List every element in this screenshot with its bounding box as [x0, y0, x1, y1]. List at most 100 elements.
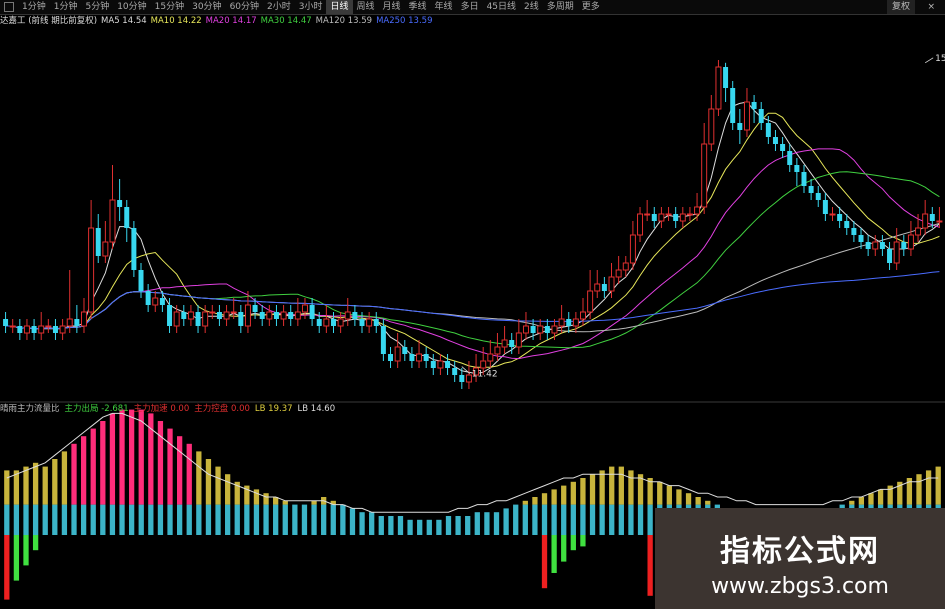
indicator-bar-top	[570, 481, 576, 505]
candle-body	[280, 311, 287, 320]
indicator-bar-top	[61, 451, 68, 505]
indicator-bar-mid	[244, 504, 250, 535]
candle-body	[181, 312, 187, 319]
candle-body	[794, 165, 800, 172]
indicator-bar-mid	[90, 504, 96, 535]
indicator-bar-mid	[599, 504, 605, 535]
candle-body	[844, 221, 850, 228]
candle-body	[187, 311, 194, 320]
indicator-bar-mid	[311, 504, 317, 535]
candle-body	[658, 213, 665, 222]
legend-item: 主力加速 0.00	[133, 404, 190, 414]
indicator-bar-mid	[570, 504, 576, 535]
candle-body	[915, 227, 922, 236]
candle-body	[252, 305, 258, 312]
indicator-bar-mid	[426, 519, 432, 535]
ma10-line	[5, 112, 940, 368]
indicator-bar-top	[176, 436, 183, 505]
indicator-bar-mid	[253, 504, 260, 535]
candle-body	[31, 326, 37, 333]
candle-body	[515, 332, 522, 348]
indicator-bar-mid	[359, 512, 365, 535]
indicator-bar-down	[23, 535, 29, 566]
candle-body	[173, 311, 180, 327]
candle-body	[751, 102, 757, 109]
candle-body	[673, 214, 679, 221]
ma30-line	[5, 171, 940, 349]
indicator-bar-top	[167, 428, 173, 505]
candle-body	[530, 326, 536, 333]
indicator-bar-top	[128, 409, 135, 505]
indicator-bar-down	[570, 535, 576, 551]
candle-body	[380, 326, 386, 354]
candle-body	[822, 200, 828, 214]
indicator-bar-top	[205, 459, 212, 505]
candle-body	[587, 290, 594, 313]
candle-body	[45, 325, 52, 328]
indicator-bar-top	[561, 485, 567, 505]
indicator-bar-mid	[532, 504, 538, 535]
candle-body	[665, 213, 672, 216]
candle-body	[701, 143, 708, 208]
candle-body	[637, 213, 644, 236]
indicator-bar-mid	[436, 519, 442, 535]
candle-body	[209, 311, 216, 314]
indicator-bar-top	[657, 481, 663, 505]
indicator-bar-mid	[128, 504, 135, 535]
indicator-bar-top	[32, 462, 39, 505]
indicator-bar-mid	[541, 504, 548, 535]
candle-body	[394, 346, 401, 362]
candle-body	[117, 200, 123, 207]
candle-body	[124, 207, 130, 228]
indicator-bar-down	[4, 535, 10, 600]
indicator-bar-mid	[273, 504, 279, 535]
candle-body	[80, 311, 87, 327]
candle-body	[138, 270, 144, 291]
lb-line	[6, 412, 939, 513]
candle-body	[858, 235, 864, 242]
candle-body	[572, 318, 579, 327]
indicator-bar-down	[551, 535, 557, 573]
indicator-bar-top	[877, 489, 884, 505]
ma5-line	[5, 101, 940, 375]
indicator-bar-top	[4, 470, 10, 505]
indicator-bar-top	[42, 466, 48, 505]
indicator-bar-mid	[52, 504, 58, 535]
indicator-bar-mid	[61, 504, 68, 535]
indicator-bar-top	[599, 470, 605, 505]
candle-body	[23, 325, 30, 334]
candle-body	[837, 214, 843, 221]
indicator-bar-top	[23, 466, 29, 505]
candle-body	[266, 311, 273, 320]
candle-body	[522, 325, 529, 334]
indicator-bar-top	[580, 478, 586, 505]
candle-body	[9, 325, 16, 328]
candle-body	[715, 66, 722, 110]
candle-body	[743, 101, 750, 131]
candle-body	[230, 311, 237, 314]
indicator-bar-mid	[234, 504, 240, 535]
watermark-url: www.zbgs3.com	[711, 574, 889, 599]
candle-body	[388, 354, 394, 361]
candle-body	[694, 206, 701, 215]
candle-body	[373, 319, 379, 326]
indicator-bar-mid	[589, 504, 596, 535]
candle-body	[686, 213, 693, 216]
indicator-bar-mid	[628, 504, 634, 535]
indicator-bar-top	[541, 493, 548, 505]
indicator-bar-mid	[215, 504, 221, 535]
candle-body	[416, 353, 423, 362]
legend-item: LB 19.37	[254, 404, 293, 414]
indicator-bar-mid	[157, 504, 164, 535]
indicator-bar-top	[849, 500, 855, 505]
candle-body	[644, 213, 651, 216]
indicator-bar-top	[618, 466, 624, 505]
candle-body	[430, 361, 436, 368]
candle-body	[102, 241, 109, 257]
indicator-bar-top	[186, 443, 192, 505]
indicator-bar-mid	[225, 504, 231, 535]
indicator-bar-mid	[109, 504, 116, 535]
candle-body	[501, 339, 508, 348]
indicator-bar-mid	[474, 512, 480, 535]
candle-body	[879, 242, 885, 249]
